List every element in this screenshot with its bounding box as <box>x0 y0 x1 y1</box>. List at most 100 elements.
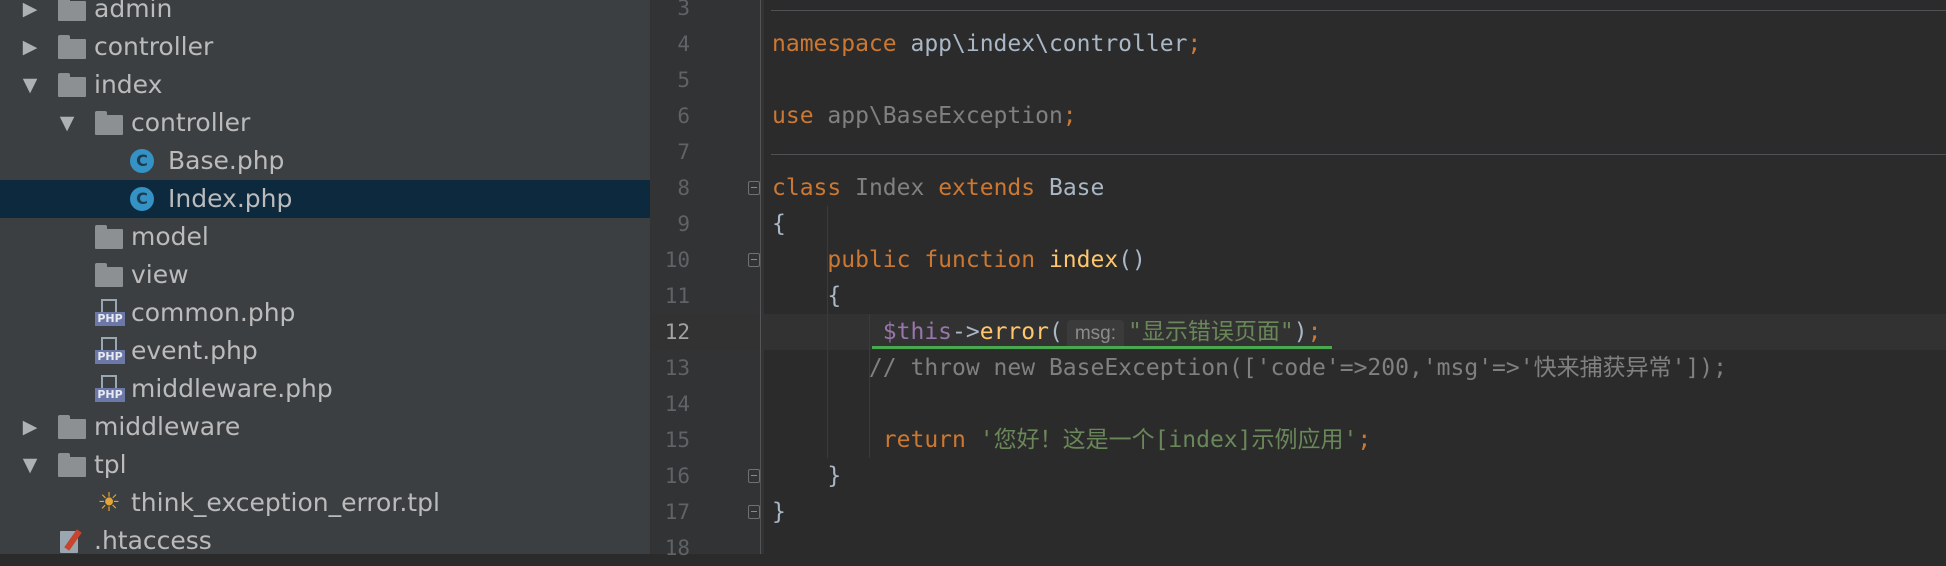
tree-item-view[interactable]: view <box>0 256 650 294</box>
tree-item-label: event.php <box>131 336 258 365</box>
line-number[interactable]: 17 <box>650 494 690 530</box>
folder-icon <box>95 111 123 135</box>
code-token: return <box>772 427 980 453</box>
line-number[interactable]: 14 <box>650 386 690 422</box>
line-number[interactable]: 15 <box>650 422 690 458</box>
code-token: class <box>772 175 842 201</box>
code-line[interactable]: } <box>772 494 786 530</box>
indent-guide <box>827 206 828 458</box>
line-number[interactable]: 6 <box>650 98 690 134</box>
tree-item-label: Base.php <box>168 146 285 175</box>
line-number[interactable]: 11 <box>650 278 690 314</box>
tree-item-common-php[interactable]: PHP common.php <box>0 294 650 332</box>
code-token: ; <box>1062 103 1077 129</box>
tree-item-controller[interactable]: ▶ controller <box>0 28 650 66</box>
tree-item-label: model <box>131 222 209 251</box>
tree-item-label: index <box>94 70 163 99</box>
code-token: index <box>1048 247 1119 273</box>
line-number[interactable]: 16 <box>650 458 690 494</box>
code-line[interactable]: class Index extends Base <box>772 170 1104 206</box>
tree-item-model[interactable]: model <box>0 218 650 256</box>
htaccess-file-icon <box>58 529 86 553</box>
code-line[interactable]: } <box>772 458 841 494</box>
folder-icon <box>95 225 123 249</box>
folder-icon <box>58 35 86 59</box>
tree-item-middleware-php[interactable]: PHP middleware.php <box>0 370 650 408</box>
code-line[interactable]: namespace app\index\controller; <box>772 26 1201 62</box>
code-token: Index <box>841 175 939 201</box>
code-token: extends <box>938 175 1036 201</box>
parameter-hint: msg: <box>1066 320 1125 348</box>
folder-icon <box>58 453 86 477</box>
tree-item-label: view <box>131 260 189 289</box>
chevron-right-icon[interactable]: ▶ <box>18 28 42 66</box>
tree-item-think-exception-error-tpl[interactable]: ☀ think_exception_error.tpl <box>0 484 650 522</box>
code-line[interactable]: public function index() <box>772 242 1146 278</box>
tree-item-label: middleware <box>94 412 241 441</box>
chevron-down-icon[interactable]: ▼ <box>55 104 79 142</box>
fold-marker-icon[interactable] <box>748 505 760 519</box>
line-number[interactable]: 5 <box>650 62 690 98</box>
tree-item-label: controller <box>131 108 251 137</box>
code-token: error <box>979 319 1049 345</box>
code-token: app\BaseException <box>813 103 1063 129</box>
tree-item-label: .htaccess <box>94 526 212 554</box>
line-number[interactable]: 13 <box>650 350 690 386</box>
line-number[interactable]: 4 <box>650 26 690 62</box>
code-token: // throw new BaseException(['code'=>200,… <box>772 355 1727 381</box>
tree-item-event-php[interactable]: PHP event.php <box>0 332 650 370</box>
code-token: { <box>772 211 786 237</box>
inspection-underline <box>872 346 1332 349</box>
code-token: ; <box>1357 427 1372 453</box>
line-number[interactable]: 3 <box>650 0 690 26</box>
code-editor[interactable]: namespace app\index\controller; use app\B… <box>764 0 1946 554</box>
line-number[interactable]: 7 <box>650 134 690 170</box>
code-token: } <box>772 463 842 489</box>
tree-item-tpl[interactable]: ▼ tpl <box>0 446 650 484</box>
gutter-separator <box>760 0 761 554</box>
tree-item-htaccess[interactable]: .htaccess <box>0 522 650 554</box>
fold-marker-icon[interactable] <box>748 181 760 195</box>
code-line[interactable]: return '您好！这是一个[index]示例应用'; <box>772 422 1371 458</box>
line-number[interactable]: 9 <box>650 206 690 242</box>
folder-icon <box>95 263 123 287</box>
code-line[interactable]: // throw new BaseException(['code'=>200,… <box>772 350 1727 386</box>
line-number[interactable]: 8 <box>650 170 690 206</box>
tree-item-base-php[interactable]: C Base.php <box>0 142 650 180</box>
chevron-right-icon[interactable]: ▶ <box>18 0 42 28</box>
line-number[interactable]: 12 <box>650 314 690 350</box>
template-file-icon: ☀ <box>97 488 121 518</box>
chevron-right-icon[interactable]: ▶ <box>18 408 42 446</box>
php-class-icon: C <box>130 149 154 173</box>
tree-item-label: think_exception_error.tpl <box>131 488 440 517</box>
tree-item-controller[interactable]: ▼ controller <box>0 104 650 142</box>
class-separator <box>771 154 1946 155</box>
project-tree: ▶ admin ▶ controller ▼ index ▼ controller C Base.… <box>0 0 650 554</box>
code-line[interactable]: use app\BaseException; <box>772 98 1077 134</box>
code-token: ( <box>1048 319 1063 345</box>
code-token: () <box>1118 247 1146 273</box>
folder-icon <box>58 415 86 439</box>
chevron-down-icon[interactable]: ▼ <box>18 446 42 484</box>
code-token: use <box>772 103 814 129</box>
line-number[interactable]: 10 <box>650 242 690 278</box>
code-token: '您好！这是一个[index]示例应用' <box>979 427 1358 453</box>
code-token: } <box>772 499 786 525</box>
tree-item-index-php[interactable]: C Index.php <box>0 180 650 218</box>
code-token: Base <box>1035 175 1105 201</box>
code-line[interactable]: { <box>772 278 841 314</box>
php-file-icon: PHP <box>95 375 125 402</box>
tree-item-label: controller <box>94 32 214 61</box>
code-line[interactable]: { <box>772 206 786 242</box>
php-file-icon: PHP <box>95 337 125 364</box>
line-number[interactable]: 18 <box>650 530 690 566</box>
tree-item-index[interactable]: ▼ index <box>0 66 650 104</box>
editor-gutter: 3 4 5 6 7 8 9 10 11 12 13 14 15 16 17 18 <box>650 0 764 560</box>
fold-marker-icon[interactable] <box>748 253 760 267</box>
chevron-down-icon[interactable]: ▼ <box>18 66 42 104</box>
tree-item-middleware[interactable]: ▶ middleware <box>0 408 650 446</box>
tree-item-label: tpl <box>94 450 127 479</box>
fold-marker-icon[interactable] <box>748 469 760 483</box>
code-line[interactable]: $this->error(msg: "显示错误页面"); <box>772 314 1321 350</box>
tree-item-admin[interactable]: ▶ admin <box>0 0 650 28</box>
